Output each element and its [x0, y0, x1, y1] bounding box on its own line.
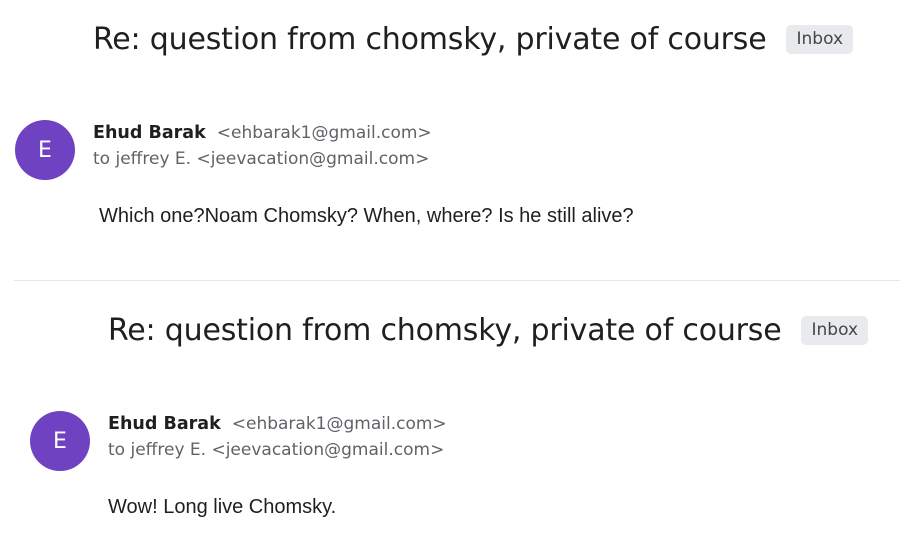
email-subject: Re: question from chomsky, private of co… [93, 22, 767, 57]
sender-line: Ehud Barak <ehbarak1@gmail.com> [108, 413, 447, 434]
sender-name[interactable]: Ehud Barak [108, 414, 221, 434]
recipient-line[interactable]: to jeffrey E. <jeevacation@gmail.com> [108, 440, 444, 460]
inbox-label-chip[interactable]: Inbox [801, 316, 869, 345]
sender-email: <ehbarak1@gmail.com> [216, 123, 432, 143]
subject-row: Re: question from chomsky, private of co… [108, 313, 869, 348]
sender-avatar[interactable]: E [30, 411, 90, 471]
sender-email: <ehbarak1@gmail.com> [231, 414, 447, 434]
message-divider [14, 280, 900, 281]
message-body: Wow! Long live Chomsky. [108, 496, 337, 518]
sender-avatar[interactable]: E [15, 120, 75, 180]
message-body: Which one?Noam Chomsky? When, where? Is … [99, 205, 634, 227]
sender-line: Ehud Barak <ehbarak1@gmail.com> [93, 122, 432, 143]
email-subject: Re: question from chomsky, private of co… [108, 313, 782, 348]
recipient-line[interactable]: to jeffrey E. <jeevacation@gmail.com> [93, 149, 429, 169]
inbox-label-chip[interactable]: Inbox [786, 25, 854, 54]
sender-name[interactable]: Ehud Barak [93, 123, 206, 143]
subject-row: Re: question from chomsky, private of co… [93, 22, 854, 57]
